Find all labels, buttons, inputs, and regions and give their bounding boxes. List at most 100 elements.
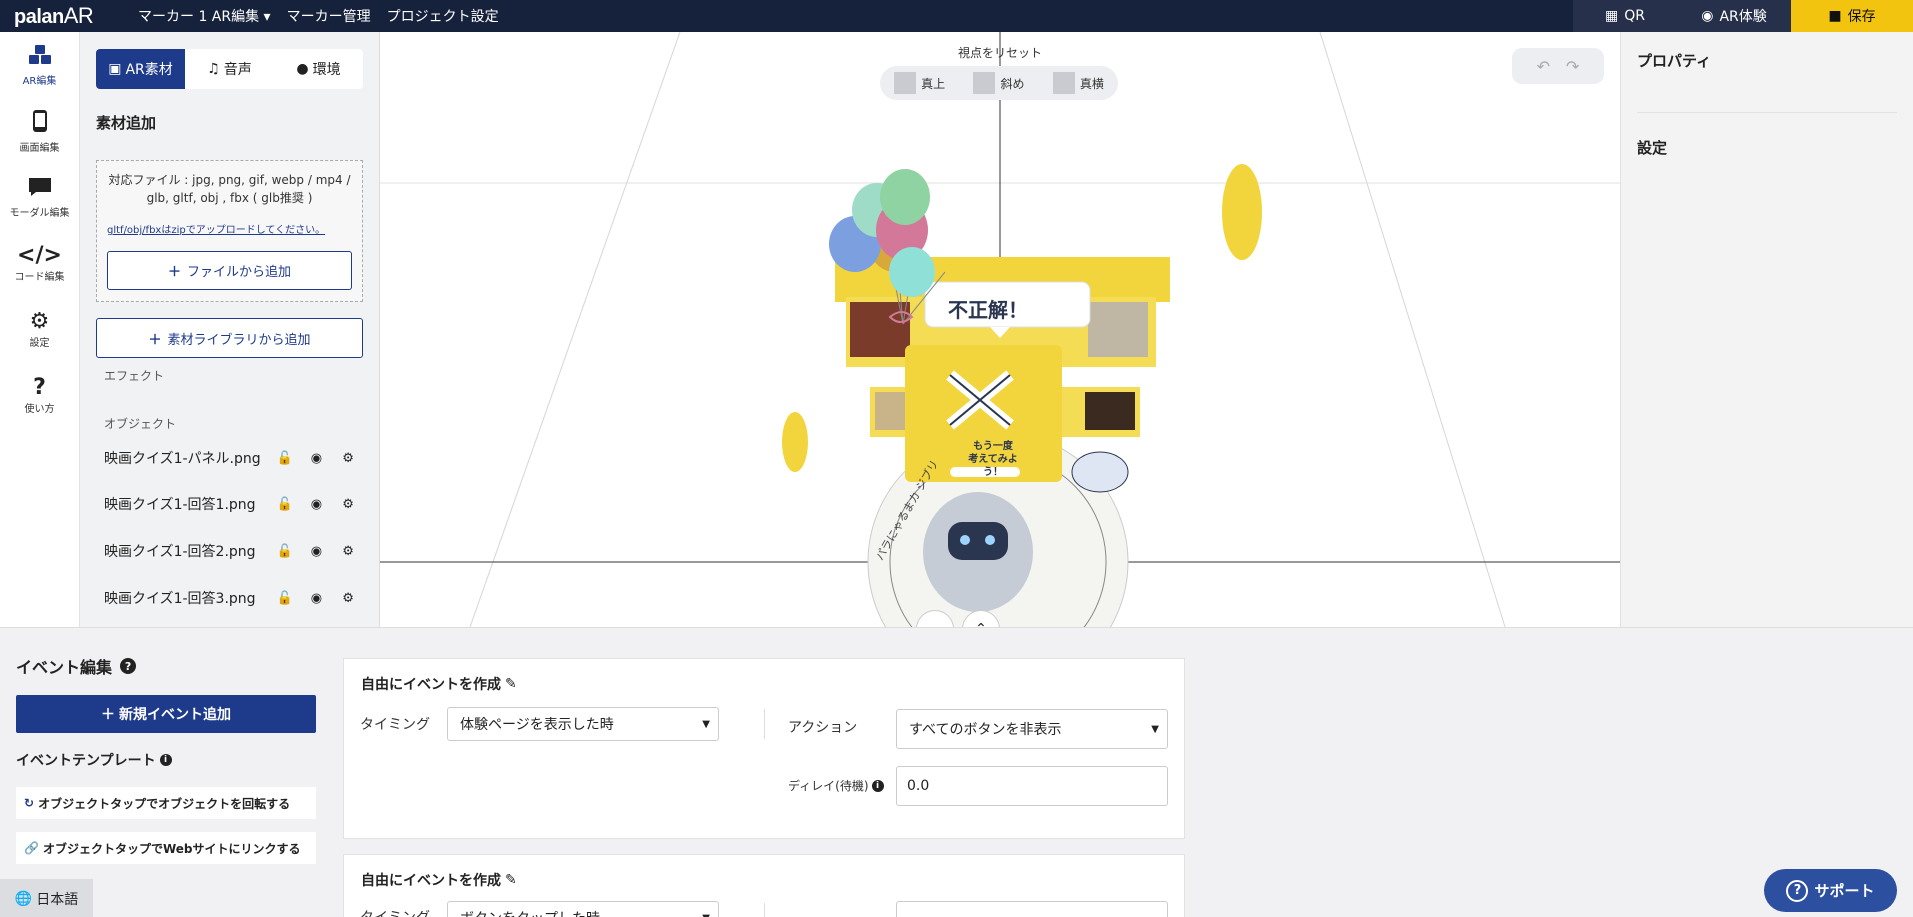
object-row[interactable]: 映画クイズ1-回答1.png 🔓 ◉ ⚙ [104, 490, 364, 518]
add-from-file-button[interactable]: ＋ ファイルから追加 [107, 251, 352, 290]
file-dropzone[interactable]: 対応ファイル : jpg, png, gif, webp / mp4 / glb… [96, 160, 363, 302]
info-icon[interactable]: i [159, 754, 172, 766]
eye-icon: ◉ [1701, 8, 1714, 24]
properties-title: プロパティ [1637, 52, 1712, 70]
tab-audio[interactable]: ♫ 音声 [185, 49, 274, 89]
rail-screen-edit[interactable]: 画面編集 [0, 98, 79, 164]
ar-viewport[interactable]: 不正解！ もう一度 考えてみよう！ パラにゃるまカ ジブリ 視点をリセット 真上… [380, 32, 1620, 627]
view-oblique-button[interactable]: 斜め [973, 72, 1025, 94]
save-button[interactable]: ■ 保存 [1791, 0, 1913, 32]
top-view-icon [894, 72, 917, 94]
support-label: サポート [1814, 882, 1875, 900]
scene-canvas[interactable] [380, 32, 1620, 627]
ar-experience-button[interactable]: ◉ AR体験 [1677, 0, 1791, 32]
divider [764, 709, 765, 739]
redo-icon[interactable]: ↷ [1566, 57, 1579, 76]
nav-marker-management[interactable]: マーカー管理 [279, 6, 379, 26]
template-rotate-object[interactable]: ↻ オブジェクトタップでオブジェクトを回転する [16, 787, 316, 819]
retry-text: もう一度 考えてみよう！ [968, 441, 1018, 478]
support-button[interactable]: ? サポート [1764, 869, 1897, 912]
delay-label: ディレイ(待機) i [788, 777, 884, 794]
left-rail: AR編集 画面編集 モーダル編集 </> コード編集 ⚙ 設定 ? 使い方 [0, 32, 80, 627]
action-label: アクション [788, 720, 858, 736]
object-row[interactable]: 映画クイズ1-回答2.png 🔓 ◉ ⚙ [104, 537, 364, 565]
rail-label: AR編集 [22, 75, 57, 87]
edit-icon[interactable]: ✎ [505, 676, 517, 692]
eye-icon[interactable]: ◉ [300, 451, 332, 466]
rail-modal-edit[interactable]: モーダル編集 [0, 164, 79, 230]
rotate-icon: ↻ [24, 796, 35, 810]
rail-code-edit[interactable]: </> コード編集 [0, 230, 79, 296]
unlock-icon[interactable]: 🔓 [269, 591, 301, 606]
delay-input[interactable]: 0.0 [896, 766, 1168, 806]
event-editor: イベント編集 ? ＋ 新規イベント追加 イベントテンプレート i ↻ オブジェク… [0, 627, 1913, 917]
nav-marker-ar-edit[interactable]: マーカー 1 AR編集 ▾ [130, 6, 279, 26]
save-label: 保存 [1847, 9, 1876, 25]
effect-label: エフェクト [104, 369, 165, 383]
link-icon: 🔗 [24, 841, 39, 855]
edit-icon[interactable]: ✎ [505, 872, 517, 888]
view-top-button[interactable]: 真上 [894, 72, 945, 94]
chevron-down-icon: ▼ [1151, 723, 1159, 735]
eye-icon[interactable]: ◉ [300, 497, 332, 512]
object-row[interactable]: 映画クイズ1-パネル.png 🔓 ◉ ⚙ [104, 444, 364, 472]
add-event-button[interactable]: ＋ 新規イベント追加 [16, 695, 316, 733]
zip-note-link[interactable]: gltf/obj/fbxはzipでアップロードしてください。 [107, 221, 362, 236]
bulb-icon: ● [296, 61, 309, 77]
rail-ar-edit[interactable]: AR編集 [0, 32, 79, 98]
rail-label: モーダル編集 [9, 207, 70, 219]
timing-select[interactable]: 体験ページを表示した時 ▼ [447, 707, 719, 741]
add-from-file-label: ファイルから追加 [187, 265, 292, 280]
supported-formats: 対応ファイル : jpg, png, gif, webp / mp4 / glb… [108, 173, 351, 205]
template-label: オブジェクトタップでオブジェクトを回転する [38, 796, 291, 811]
help-icon[interactable]: ? [120, 658, 137, 674]
unlock-icon[interactable]: 🔓 [269, 497, 301, 512]
template-link-website[interactable]: 🔗 オブジェクトタップでWebサイトにリンクする [16, 832, 316, 864]
top-bar: palanAR マーカー 1 AR編集 ▾ マーカー管理 プロジェクト設定 ▦ … [0, 0, 1913, 32]
properties-panel: プロパティ 設定 [1620, 32, 1913, 627]
eye-icon[interactable]: ◉ [300, 591, 332, 606]
object-name: 映画クイズ1-回答3.png [104, 591, 256, 607]
language-selector[interactable]: 🌐 日本語 [0, 879, 93, 917]
action-select[interactable] [896, 901, 1168, 917]
gear-icon[interactable]: ⚙ [332, 497, 364, 512]
nav-project-settings[interactable]: プロジェクト設定 [379, 6, 507, 26]
tab-ar-material[interactable]: ▣ AR素材 [96, 49, 185, 89]
view-switcher: 真上 斜め 真横 [880, 66, 1118, 100]
timing-label: タイミング [360, 907, 430, 917]
logo[interactable]: palanAR [0, 3, 130, 29]
plus-icon: ＋ [167, 265, 181, 280]
template-label: オブジェクトタップでWebサイトにリンクする [42, 841, 301, 856]
reset-view-button[interactable]: 視点をリセット [958, 44, 1042, 61]
question-icon: ? [33, 374, 46, 400]
gear-icon[interactable]: ⚙ [332, 591, 364, 606]
gear-icon[interactable]: ⚙ [332, 544, 364, 559]
panel-title: 素材追加 [96, 114, 157, 132]
qr-label: QR [1624, 8, 1645, 24]
add-from-library-button[interactable]: ＋ 素材ライブラリから追加 [96, 318, 363, 358]
gear-icon: ⚙ [29, 308, 50, 334]
question-icon: ? [1786, 879, 1809, 902]
eye-icon[interactable]: ◉ [300, 544, 332, 559]
info-icon[interactable]: i [871, 779, 884, 792]
view-side-button[interactable]: 真横 [1052, 72, 1104, 94]
undo-icon[interactable]: ↶ [1537, 57, 1550, 76]
unlock-icon[interactable]: 🔓 [269, 544, 301, 559]
divider [1637, 112, 1897, 113]
gear-icon[interactable]: ⚙ [332, 451, 364, 466]
language-label: 日本語 [36, 891, 79, 908]
settings-title: 設定 [1637, 139, 1668, 157]
comment-icon [27, 176, 53, 204]
event-card-title: 自由にイベントを作成 ✎ [361, 676, 517, 693]
object-label: オブジェクト [104, 417, 177, 431]
unlock-icon[interactable]: 🔓 [269, 451, 301, 466]
timing-select[interactable]: ボタンをタップした時 ▼ [447, 901, 719, 917]
rail-how-to[interactable]: ? 使い方 [0, 362, 79, 428]
rail-settings[interactable]: ⚙ 設定 [0, 296, 79, 362]
qr-button[interactable]: ▦ QR [1573, 0, 1677, 32]
plus-icon: ＋ [148, 332, 162, 348]
object-row[interactable]: 映画クイズ1-回答3.png 🔓 ◉ ⚙ [104, 584, 364, 612]
tab-environment[interactable]: ● 環境 [274, 49, 363, 89]
mobile-icon [32, 109, 48, 139]
action-select[interactable]: すべてのボタンを非表示 ▼ [896, 709, 1168, 749]
